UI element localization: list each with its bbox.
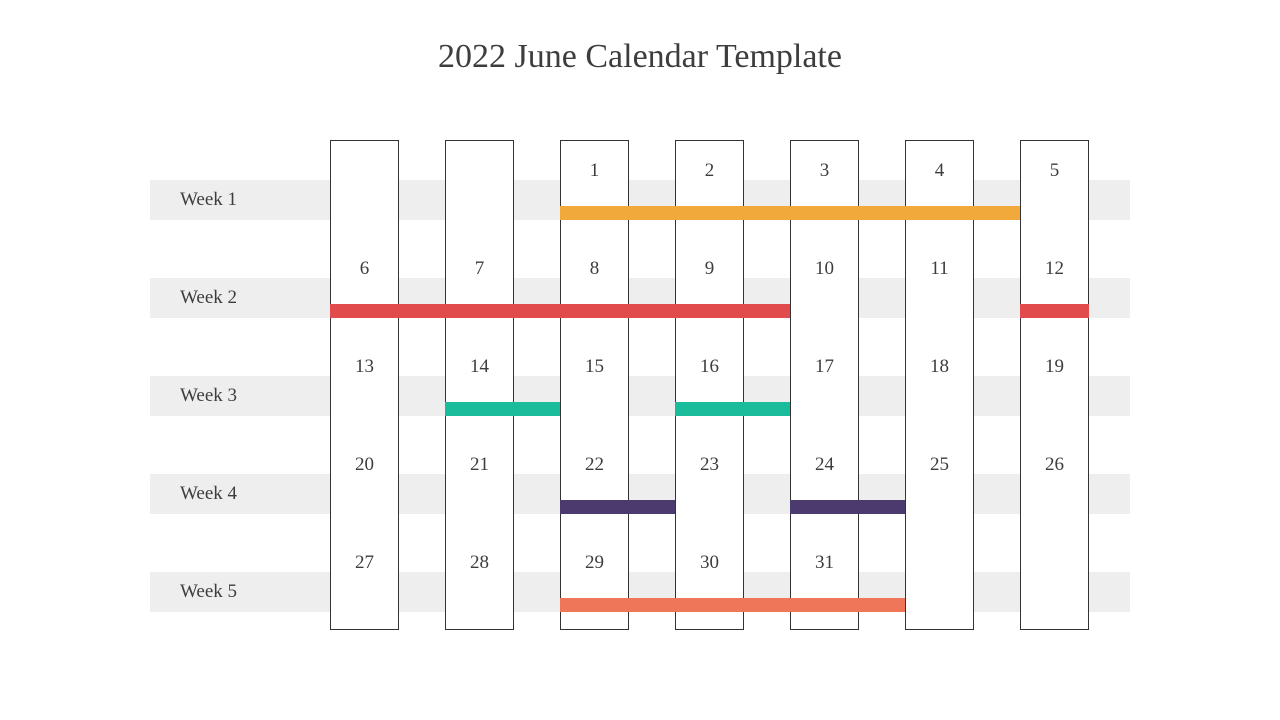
day-number: 1 — [560, 160, 629, 182]
event-bar — [560, 500, 675, 514]
day-number: 23 — [675, 454, 744, 476]
day-number: 7 — [445, 258, 514, 280]
week-label: Week 2 — [180, 278, 320, 318]
day-number: 27 — [330, 552, 399, 574]
day-number: 3 — [790, 160, 859, 182]
day-number: 18 — [905, 356, 974, 378]
event-bar — [560, 206, 1020, 220]
day-number: 12 — [1020, 258, 1089, 280]
event-bar — [790, 500, 905, 514]
event-bar — [560, 598, 905, 612]
day-number: 4 — [905, 160, 974, 182]
day-number: 11 — [905, 258, 974, 280]
day-number: 17 — [790, 356, 859, 378]
day-number: 13 — [330, 356, 399, 378]
day-number: 28 — [445, 552, 514, 574]
week-label: Week 4 — [180, 474, 320, 514]
week-label: Week 5 — [180, 572, 320, 612]
day-number: 8 — [560, 258, 629, 280]
event-bar — [1020, 304, 1089, 318]
day-number: 16 — [675, 356, 744, 378]
day-number: 9 — [675, 258, 744, 280]
day-number: 24 — [790, 454, 859, 476]
day-number: 31 — [790, 552, 859, 574]
day-number: 29 — [560, 552, 629, 574]
page-title: 2022 June Calendar Template — [0, 0, 1280, 76]
day-number: 6 — [330, 258, 399, 280]
day-number: 21 — [445, 454, 514, 476]
day-number: 5 — [1020, 160, 1089, 182]
day-number: 20 — [330, 454, 399, 476]
week-label: Week 3 — [180, 376, 320, 416]
day-column — [1020, 140, 1089, 630]
day-number: 10 — [790, 258, 859, 280]
event-bar — [445, 402, 560, 416]
day-number: 19 — [1020, 356, 1089, 378]
day-number: 26 — [1020, 454, 1089, 476]
day-number: 15 — [560, 356, 629, 378]
day-number: 2 — [675, 160, 744, 182]
event-bar — [675, 402, 790, 416]
day-number: 22 — [560, 454, 629, 476]
week-label: Week 1 — [180, 180, 320, 220]
day-number: 30 — [675, 552, 744, 574]
calendar-grid: Week 1Week 2Week 3Week 4Week 51234567891… — [150, 140, 1130, 630]
day-number: 14 — [445, 356, 514, 378]
event-bar — [330, 304, 790, 318]
day-number: 25 — [905, 454, 974, 476]
